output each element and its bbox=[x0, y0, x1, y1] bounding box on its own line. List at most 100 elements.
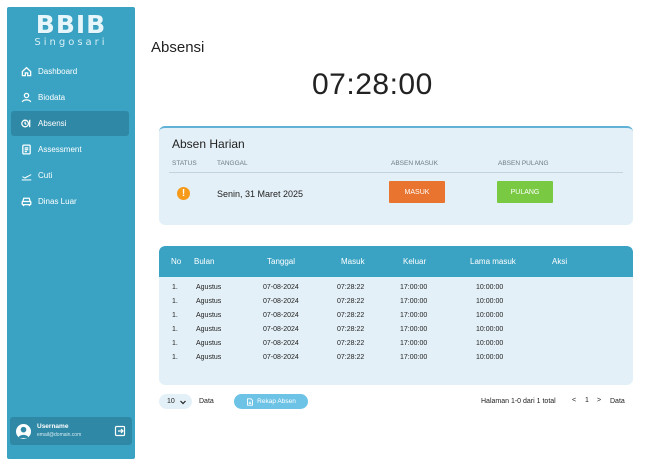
sidebar-item-label: Absensi bbox=[38, 119, 67, 128]
next-page-button[interactable]: > bbox=[597, 397, 601, 404]
col-absen-masuk-header: ABSEN MASUK bbox=[391, 160, 438, 167]
cell-lama-masuk: 10:00:00 bbox=[476, 312, 504, 319]
cell-bulan: Agustus bbox=[196, 340, 222, 347]
cell-lama-masuk: 10:00:00 bbox=[476, 340, 504, 347]
divider bbox=[169, 172, 623, 173]
home-icon bbox=[20, 66, 32, 78]
logo-title: BBIB bbox=[35, 10, 107, 39]
cell-keluar: 17:00:00 bbox=[400, 312, 428, 319]
rekap-absen-label: Rekap Absen bbox=[257, 398, 296, 405]
col-tanggal-header: TANGGAL bbox=[217, 160, 248, 167]
page-info: Halaman 1-0 dari 1 total bbox=[481, 398, 556, 405]
logout-icon[interactable] bbox=[114, 425, 126, 437]
document-icon bbox=[247, 397, 254, 406]
sidebar-item-label: Dashboard bbox=[38, 67, 78, 76]
cell-no: 1. bbox=[172, 326, 178, 333]
table-row: 1. Agustus 07-08-2024 07:28:22 17:00:00 … bbox=[159, 324, 633, 338]
sidebar-item-absensi[interactable]: Absensi bbox=[11, 111, 129, 136]
table-row: 1. Agustus 07-08-2024 07:28:22 17:00:00 … bbox=[159, 338, 633, 352]
attendance-table: No Bulan Tanggal Masuk Keluar Lama masuk… bbox=[159, 246, 633, 385]
per-page-value: 10 bbox=[167, 398, 175, 405]
user-email: email@domain.com bbox=[37, 432, 82, 438]
sidebar-item-dashboard[interactable]: Dashboard bbox=[7, 59, 135, 84]
sidebar-item-assessment[interactable]: Assessment bbox=[7, 137, 135, 162]
data-label: Data bbox=[610, 398, 625, 405]
per-page-label: Data bbox=[199, 398, 214, 405]
th-keluar: Keluar bbox=[403, 257, 427, 266]
cell-bulan: Agustus bbox=[196, 284, 222, 291]
cell-masuk: 07:28:22 bbox=[337, 354, 365, 361]
cell-masuk: 07:28:22 bbox=[337, 298, 365, 305]
sidebar: BBIB Singosari Dashboard Biodata Absensi… bbox=[7, 7, 135, 459]
table-row: 1. Agustus 07-08-2024 07:28:22 17:00:00 … bbox=[159, 352, 633, 366]
page-title: Absensi bbox=[151, 39, 205, 56]
cell-lama-masuk: 10:00:00 bbox=[476, 354, 504, 361]
cell-keluar: 17:00:00 bbox=[400, 326, 428, 333]
th-masuk: Masuk bbox=[341, 257, 365, 266]
logo-subtitle: Singosari bbox=[34, 37, 108, 48]
th-no: No bbox=[171, 257, 182, 266]
sidebar-item-cuti[interactable]: Cuti bbox=[7, 163, 135, 188]
table-row: 1. Agustus 07-08-2024 07:28:22 17:00:00 … bbox=[159, 282, 633, 296]
chevron-down-icon bbox=[179, 400, 186, 404]
user-icon bbox=[20, 92, 32, 104]
cell-tanggal: 07-08-2024 bbox=[263, 354, 299, 361]
cell-bulan: Agustus bbox=[196, 354, 222, 361]
th-tanggal: Tanggal bbox=[267, 257, 296, 266]
cell-lama-masuk: 10:00:00 bbox=[476, 326, 504, 333]
cell-bulan: Agustus bbox=[196, 298, 222, 305]
cell-tanggal: 07-08-2024 bbox=[263, 326, 299, 333]
cell-keluar: 17:00:00 bbox=[400, 340, 428, 347]
clock-icon bbox=[20, 118, 32, 130]
sidebar-nav: Dashboard Biodata Absensi Assessment Cut… bbox=[7, 59, 135, 215]
document-icon bbox=[20, 144, 32, 156]
th-aksi: Aksi bbox=[552, 257, 568, 266]
cell-keluar: 17:00:00 bbox=[400, 354, 428, 361]
cell-masuk: 07:28:22 bbox=[337, 284, 365, 291]
table-header: No Bulan Tanggal Masuk Keluar Lama masuk… bbox=[159, 246, 633, 277]
cell-masuk: 07:28:22 bbox=[337, 312, 365, 319]
cell-keluar: 17:00:00 bbox=[400, 298, 428, 305]
cell-no: 1. bbox=[172, 312, 178, 319]
cell-bulan: Agustus bbox=[196, 326, 222, 333]
warning-icon: ! bbox=[177, 187, 190, 200]
cell-no: 1. bbox=[172, 340, 178, 347]
airplane-icon bbox=[20, 170, 32, 182]
col-absen-pulang-header: ABSEN PULANG bbox=[498, 160, 549, 167]
user-name: Username bbox=[37, 423, 69, 430]
cell-no: 1. bbox=[172, 354, 178, 361]
car-icon bbox=[20, 196, 32, 208]
prev-page-button[interactable]: < bbox=[572, 397, 576, 404]
cell-tanggal: 07-08-2024 bbox=[263, 312, 299, 319]
per-page-select[interactable]: 10 bbox=[159, 394, 192, 409]
sidebar-item-dinas-luar[interactable]: Dinas Luar bbox=[7, 189, 135, 214]
absen-date: Senin, 31 Maret 2025 bbox=[217, 189, 304, 199]
cell-masuk: 07:28:22 bbox=[337, 340, 365, 347]
th-lama-masuk: Lama masuk bbox=[470, 257, 516, 266]
cell-lama-masuk: 10:00:00 bbox=[476, 284, 504, 291]
cell-masuk: 07:28:22 bbox=[337, 326, 365, 333]
current-page[interactable]: 1 bbox=[585, 397, 589, 404]
cell-tanggal: 07-08-2024 bbox=[263, 284, 299, 291]
table-row: 1. Agustus 07-08-2024 07:28:22 17:00:00 … bbox=[159, 296, 633, 310]
cell-tanggal: 07-08-2024 bbox=[263, 298, 299, 305]
absen-harian-title: Absen Harian bbox=[172, 137, 245, 151]
cell-keluar: 17:00:00 bbox=[400, 284, 428, 291]
cell-tanggal: 07-08-2024 bbox=[263, 340, 299, 347]
th-bulan: Bulan bbox=[194, 257, 215, 266]
cell-lama-masuk: 10:00:00 bbox=[476, 298, 504, 305]
cell-no: 1. bbox=[172, 298, 178, 305]
avatar bbox=[16, 423, 31, 439]
sidebar-item-label: Assessment bbox=[38, 145, 82, 154]
pulang-button[interactable]: PULANG bbox=[497, 181, 553, 203]
current-time: 07:28:00 bbox=[312, 68, 433, 101]
cell-no: 1. bbox=[172, 284, 178, 291]
sidebar-item-biodata[interactable]: Biodata bbox=[7, 85, 135, 110]
rekap-absen-button[interactable]: Rekap Absen bbox=[234, 394, 308, 409]
sidebar-item-label: Cuti bbox=[38, 171, 53, 180]
user-profile[interactable]: Username email@domain.com bbox=[10, 417, 132, 445]
app-root: BBIB Singosari Dashboard Biodata Absensi… bbox=[0, 0, 649, 466]
masuk-button[interactable]: MASUK bbox=[389, 181, 445, 203]
page-navigation: < 1 > bbox=[570, 395, 604, 408]
user-info: Username email@domain.com bbox=[37, 423, 81, 439]
